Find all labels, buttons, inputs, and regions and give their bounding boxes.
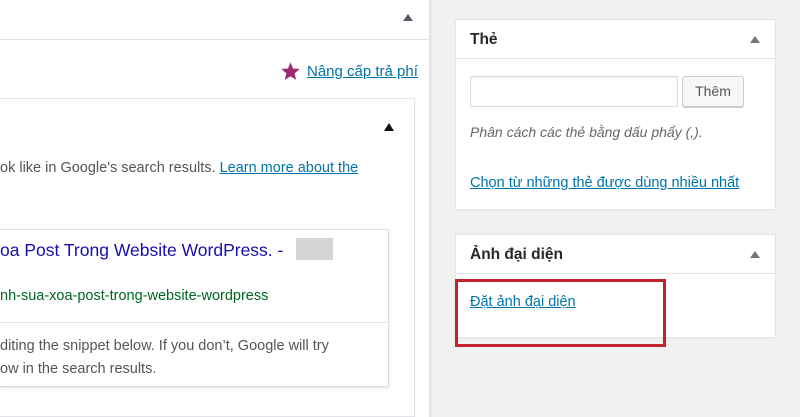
snippet-url[interactable]: nh-sua-xoa-post-trong-website-wordpress [0,288,380,304]
tags-box: Thẻ Thêm Phân cách các thẻ bằng dấu phẩy… [455,19,776,210]
blurred-site-name [296,238,333,260]
seo-intro-text: ok like in Google's search results. Lear… [0,160,359,176]
snippet-help-text: diting the snippet below. If you don’t, … [0,338,329,377]
seo-box-collapse-icon[interactable] [384,123,394,131]
tags-box-header[interactable]: Thẻ [456,20,775,59]
tags-box-title: Thẻ [470,31,498,48]
tags-collapse-icon[interactable] [750,36,760,43]
set-featured-image-link[interactable]: Đặt ảnh đại diện [470,294,576,310]
panel-collapse-icon[interactable] [403,14,413,21]
featured-image-collapse-icon[interactable] [750,251,760,258]
add-tag-button[interactable]: Thêm [682,76,744,107]
editor-panel: Nâng cấp trả phí ok like in Google's sea… [0,0,430,417]
choose-popular-tags-link[interactable]: Chọn từ những thẻ được dùng nhiều nhất [470,175,739,191]
featured-image-box: Ảnh đại diện Đặt ảnh đại diện [455,234,776,338]
upgrade-promo[interactable]: Nâng cấp trả phí [280,60,418,82]
tag-hint: Phân cách các thẻ bằng dấu phẩy (,). [470,124,703,140]
editor-column: Nâng cấp trả phí ok like in Google's sea… [0,0,432,417]
upgrade-link[interactable]: Nâng cấp trả phí [307,63,418,80]
editor-panel-header [0,0,430,40]
snippet-divider [0,322,389,323]
featured-image-box-header[interactable]: Ảnh đại diện [456,235,775,274]
learn-more-link[interactable]: Learn more about the [220,160,359,176]
sidebar-divider [430,0,432,417]
snippet-title[interactable]: oa Post Trong Website WordPress. - [0,240,300,261]
featured-image-box-title: Ảnh đại diện [470,246,563,263]
star-icon [281,61,300,80]
tag-input[interactable] [470,76,678,107]
